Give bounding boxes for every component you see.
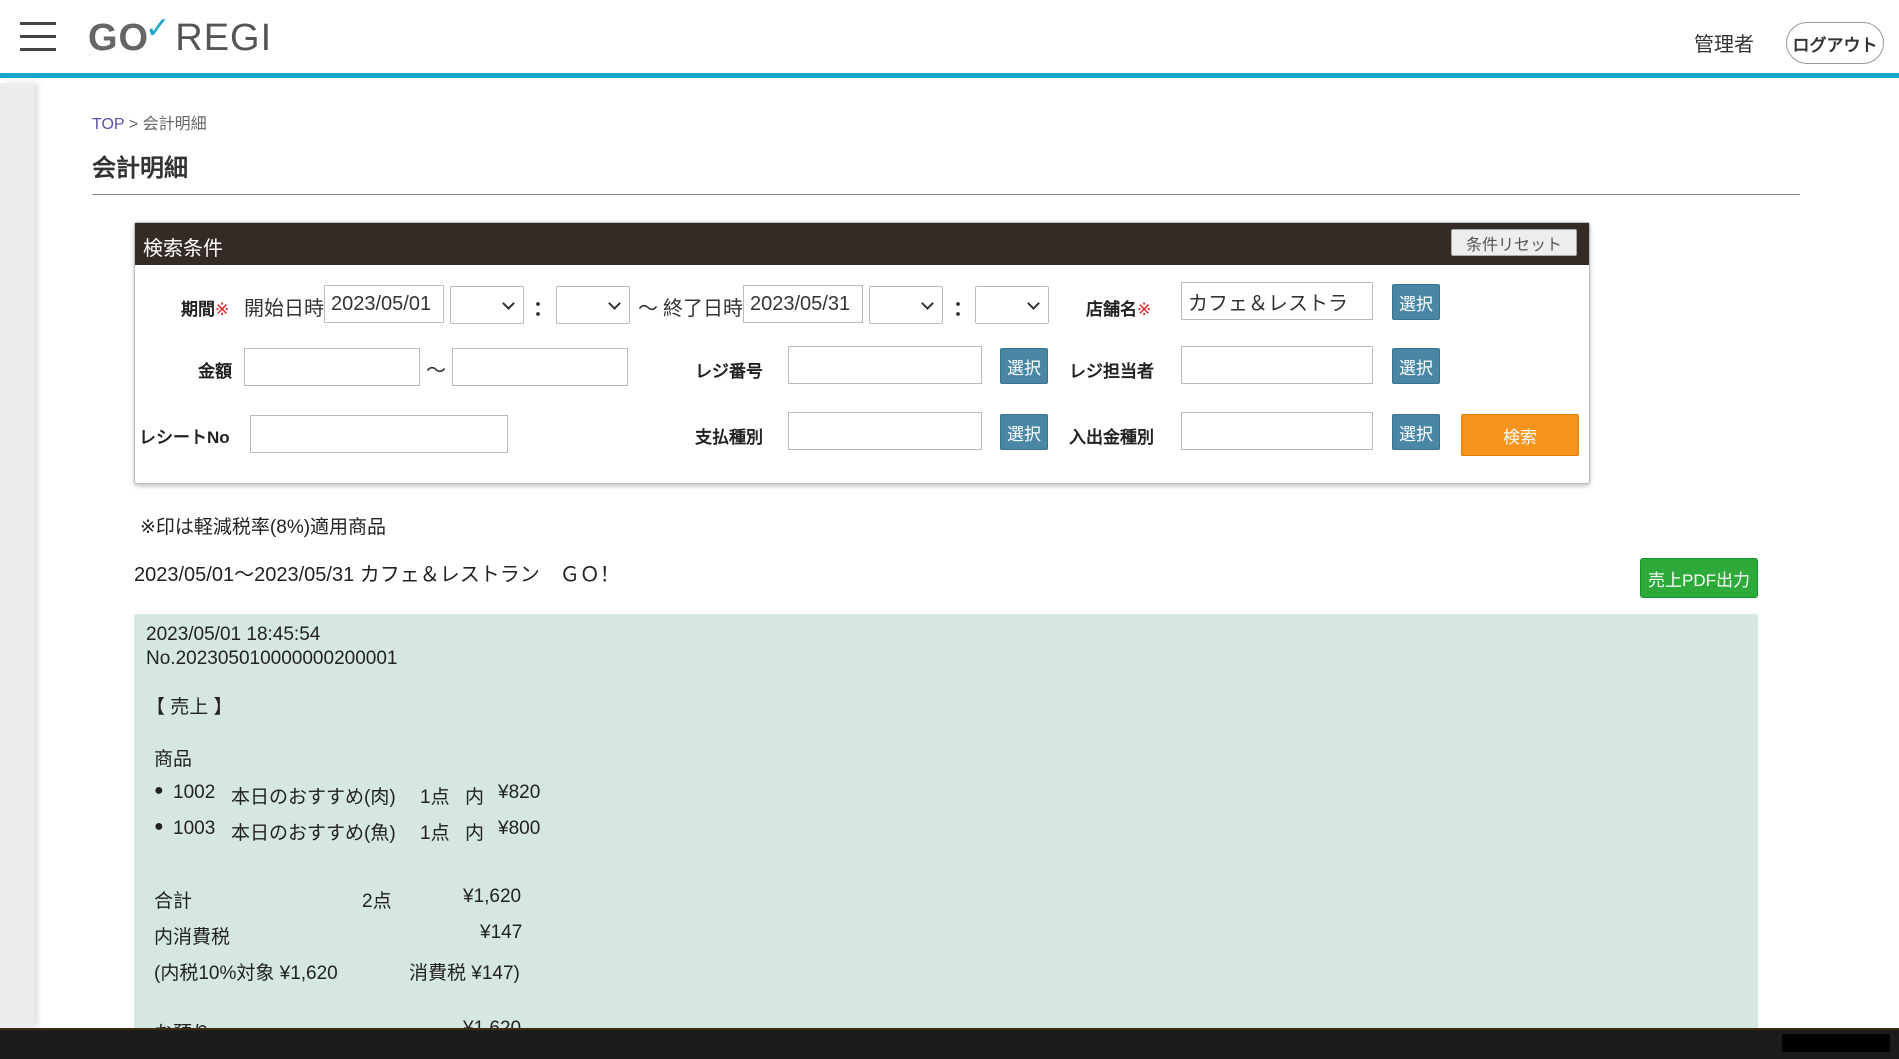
staff-select-button[interactable]: 選択 bbox=[1392, 348, 1440, 384]
item-code: 1002 bbox=[173, 782, 216, 803]
page-title: 会計明細 bbox=[92, 155, 188, 182]
sidebar-collapsed bbox=[0, 83, 34, 1028]
item-name: 本日のおすすめ(肉) bbox=[231, 787, 396, 808]
register-staff-label: レジ担当者 bbox=[1069, 362, 1154, 381]
amount-max-input[interactable] bbox=[452, 348, 628, 386]
bullet-icon: ● bbox=[154, 818, 164, 835]
hamburger-menu-icon[interactable] bbox=[20, 22, 56, 52]
items-header: 商品 bbox=[154, 749, 193, 770]
payment-type-label: 支払種別 bbox=[695, 428, 763, 447]
logo-regi-text: REGI bbox=[175, 17, 273, 59]
total-qty: 2点 bbox=[362, 891, 392, 912]
bottom-taskbar bbox=[0, 1028, 1899, 1059]
end-date-input[interactable] bbox=[743, 285, 863, 323]
register-no-label: レジ番号 bbox=[695, 362, 763, 381]
receipt-section-title: 【 売上 】 bbox=[146, 697, 233, 718]
item-name: 本日のおすすめ(魚) bbox=[231, 823, 396, 844]
search-button[interactable]: 検索 bbox=[1461, 414, 1579, 456]
start-time-colon: ： bbox=[533, 298, 553, 320]
item-qty: 1点 bbox=[420, 787, 450, 808]
item-qty: 1点 bbox=[420, 823, 450, 844]
item-tax-type: 内 bbox=[465, 787, 485, 808]
reduced-tax-note: ※印は軽減税率(8%)適用商品 bbox=[140, 517, 387, 538]
period-required-mark: ※ bbox=[215, 300, 230, 319]
store-select-button[interactable]: 選択 bbox=[1392, 284, 1440, 320]
tax-amount: ¥147 bbox=[480, 922, 523, 943]
receipt-no-label: レシートNo bbox=[139, 428, 230, 447]
payment-type-input[interactable] bbox=[788, 412, 982, 450]
register-select-button[interactable]: 選択 bbox=[1000, 348, 1048, 384]
total-amount: ¥1,620 bbox=[463, 886, 522, 907]
period-label-text: 期間 bbox=[181, 300, 215, 319]
app-logo[interactable]: GO ✓ REGI bbox=[88, 12, 273, 60]
start-datetime-label: 開始日時 bbox=[244, 298, 324, 320]
end-hour-select[interactable] bbox=[869, 286, 943, 324]
search-panel-title: 検索条件 bbox=[143, 238, 223, 260]
amount-label: 金額 bbox=[198, 362, 232, 381]
title-divider bbox=[92, 194, 1800, 195]
end-time-colon: ： bbox=[953, 298, 973, 320]
cash-inout-input[interactable] bbox=[1181, 412, 1373, 450]
logout-button[interactable]: ログアウト bbox=[1786, 22, 1884, 64]
bullet-icon: ● bbox=[154, 782, 164, 799]
receipt-datetime: 2023/05/01 18:45:54 bbox=[146, 624, 321, 645]
amount-min-input[interactable] bbox=[244, 348, 420, 386]
reset-conditions-button[interactable]: 条件リセット bbox=[1451, 229, 1577, 256]
start-date-input[interactable] bbox=[324, 285, 444, 323]
tax-detail-right: 消費税 ¥147) bbox=[409, 963, 520, 984]
tax-detail-left: (内税10%対象 ¥1,620 bbox=[154, 963, 338, 984]
breadcrumb-separator: > bbox=[128, 116, 139, 133]
total-label: 合計 bbox=[154, 891, 193, 912]
logo-go-text: GO bbox=[88, 17, 150, 59]
period-label: 期間※ bbox=[181, 295, 229, 320]
cash-inout-select-button[interactable]: 選択 bbox=[1392, 414, 1440, 450]
cash-inout-label: 入出金種別 bbox=[1069, 428, 1154, 447]
amount-tilde: 〜 bbox=[426, 360, 446, 382]
logo-check-icon: ✓ bbox=[145, 12, 172, 45]
search-panel-header: 検索条件 条件リセット bbox=[135, 223, 1589, 265]
store-label: 店舗名※ bbox=[1086, 295, 1151, 320]
store-label-text: 店舗名 bbox=[1086, 300, 1137, 319]
end-datetime-label: 終了日時 bbox=[663, 298, 743, 320]
store-required-mark: ※ bbox=[1137, 300, 1152, 319]
breadcrumb: TOP > 会計明細 bbox=[92, 110, 207, 134]
receipt-no-input[interactable] bbox=[250, 415, 508, 453]
start-hour-select[interactable] bbox=[450, 286, 524, 324]
search-panel: 検索条件 条件リセット 期間※ 開始日時 ： 〜 終了日時 ： 店舗名※ 選択 … bbox=[134, 222, 1590, 484]
tax-label: 内消費税 bbox=[154, 927, 231, 948]
receipt-number: No.202305010000000200001 bbox=[146, 648, 398, 669]
current-user: 管理者 bbox=[1694, 34, 1754, 56]
item-code: 1003 bbox=[173, 818, 216, 839]
bottom-status-block bbox=[1782, 1034, 1890, 1052]
breadcrumb-current: 会計明細 bbox=[142, 116, 207, 133]
sales-pdf-export-button[interactable]: 売上PDF出力 bbox=[1640, 558, 1758, 598]
receipt-card: 2023/05/01 18:45:54 No.20230501000000020… bbox=[134, 614, 1758, 1034]
result-period-title: 2023/05/01～2023/05/31 カフェ＆レストラン ＧＯ！ bbox=[134, 564, 620, 586]
breadcrumb-top-link[interactable]: TOP bbox=[92, 116, 124, 133]
item-price: ¥820 bbox=[498, 782, 541, 803]
payment-select-button[interactable]: 選択 bbox=[1000, 414, 1048, 450]
item-price: ¥800 bbox=[498, 818, 541, 839]
item-tax-type: 内 bbox=[465, 823, 485, 844]
top-header: GO ✓ REGI 管理者 ログアウト bbox=[0, 0, 1899, 78]
end-minute-select[interactable] bbox=[975, 286, 1049, 324]
register-no-input[interactable] bbox=[788, 346, 982, 384]
register-staff-input[interactable] bbox=[1181, 346, 1373, 384]
start-minute-select[interactable] bbox=[556, 286, 630, 324]
period-tilde: 〜 bbox=[638, 298, 658, 320]
store-name-input[interactable] bbox=[1181, 282, 1373, 320]
